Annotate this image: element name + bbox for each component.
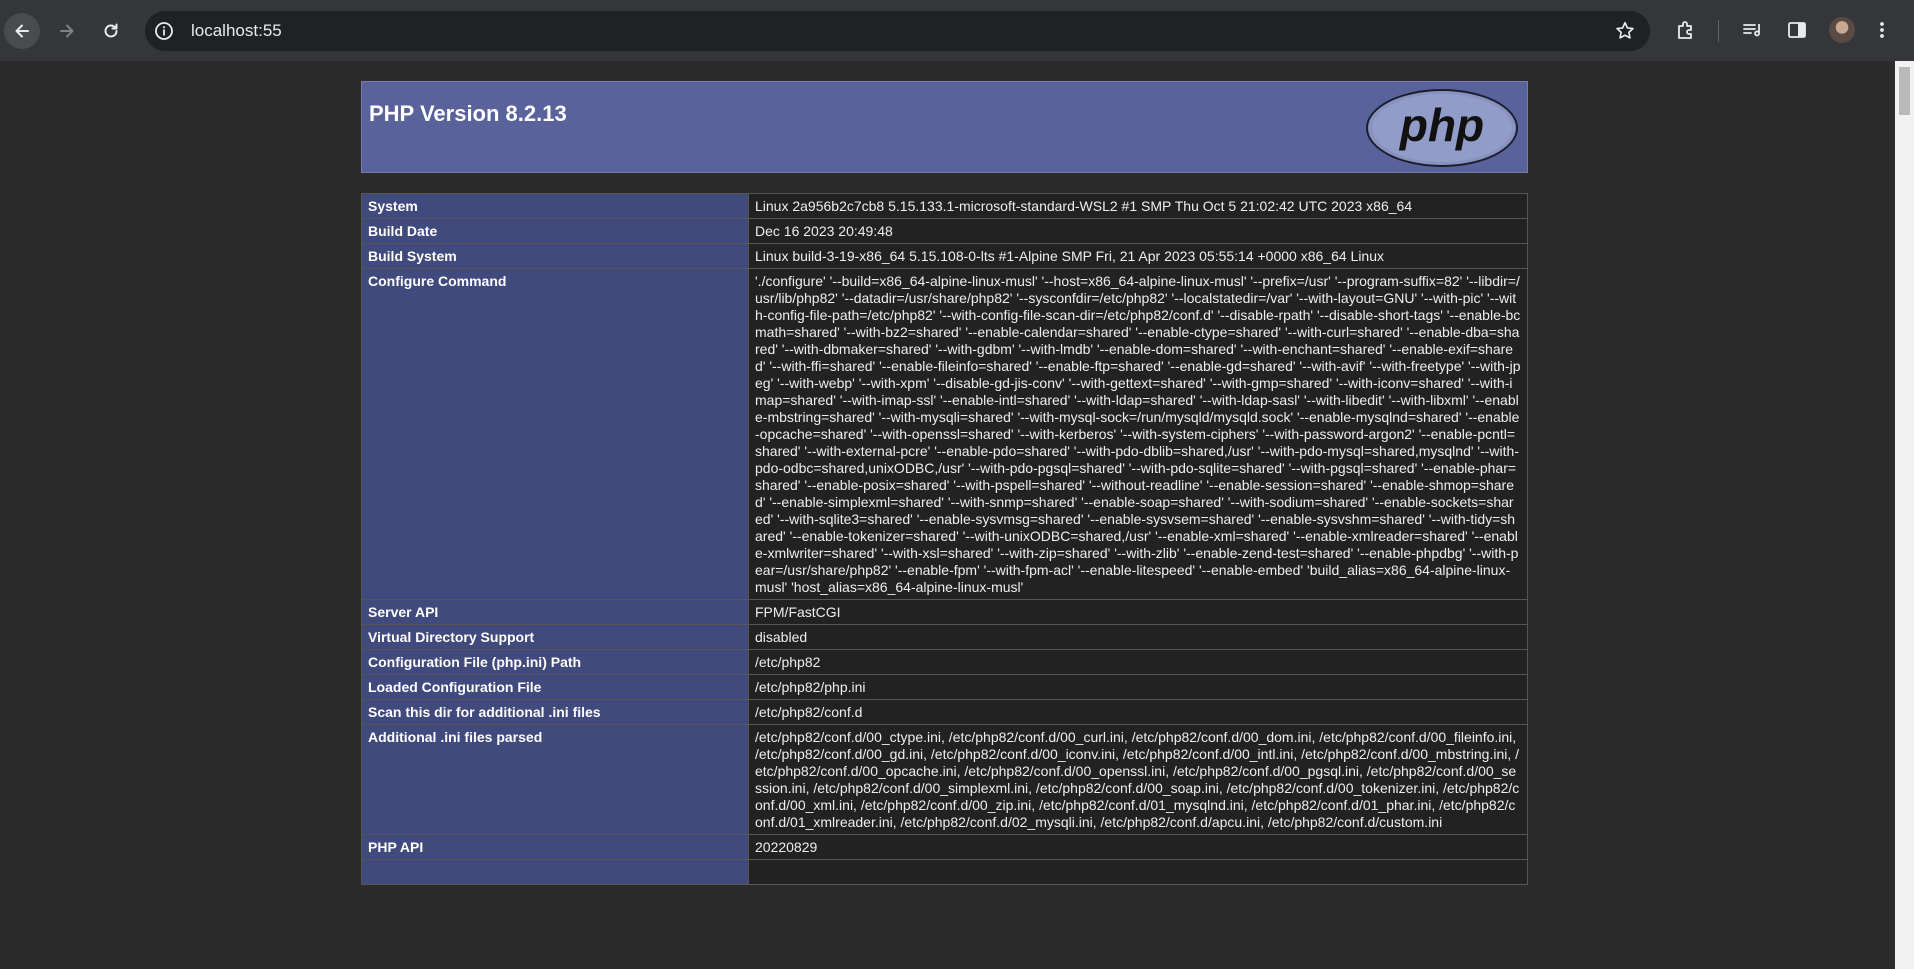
row-value: 20220829	[748, 834, 1528, 860]
row-key: Server API	[361, 599, 749, 625]
php-logo-icon[interactable]: php	[1365, 88, 1519, 168]
table-row: System Linux 2a956b2c7cb8 5.15.133.1-mic…	[361, 193, 1528, 219]
table-row: Additional .ini files parsed /etc/php82/…	[361, 724, 1528, 835]
phpinfo-header: PHP Version 8.2.13 php	[361, 81, 1528, 173]
row-key: Build Date	[361, 218, 749, 244]
table-row: Build Date Dec 16 2023 20:49:48	[361, 218, 1528, 244]
table-row	[361, 859, 1528, 885]
extensions-icon[interactable]	[1674, 18, 1698, 42]
table-row: Server API FPM/FastCGI	[361, 599, 1528, 625]
media-controls-icon[interactable]	[1740, 18, 1764, 42]
side-panel-icon[interactable]	[1785, 18, 1809, 42]
table-row: Build System Linux build-3-19-x86_64 5.1…	[361, 243, 1528, 269]
row-key: Build System	[361, 243, 749, 269]
forward-button[interactable]	[49, 13, 85, 49]
arrow-right-icon	[60, 24, 74, 38]
row-key: Additional .ini files parsed	[361, 724, 749, 835]
arrow-left-icon	[15, 24, 29, 38]
reload-icon	[104, 23, 118, 38]
row-value: Linux build-3-19-x86_64 5.15.108-0-lts #…	[748, 243, 1528, 269]
row-key: Loaded Configuration File	[361, 674, 749, 700]
table-row: Configuration File (php.ini) Path /etc/p…	[361, 649, 1528, 675]
reload-button[interactable]	[93, 13, 129, 49]
scrollbar-thumb[interactable]	[1899, 67, 1910, 115]
row-value: './configure' '--build=x86_64-alpine-lin…	[748, 268, 1528, 600]
php-logo-text: php	[1398, 99, 1484, 151]
vertical-scrollbar[interactable]	[1895, 61, 1914, 969]
row-key: PHP API	[361, 834, 749, 860]
back-button[interactable]	[4, 13, 40, 49]
row-value: disabled	[748, 624, 1528, 650]
row-value: Dec 16 2023 20:49:48	[748, 218, 1528, 244]
page-viewport: PHP Version 8.2.13 php System Linux 2a95…	[0, 61, 1895, 969]
table-row: Virtual Directory Support disabled	[361, 624, 1528, 650]
table-row: Configure Command './configure' '--build…	[361, 268, 1528, 600]
row-value: /etc/php82/conf.d	[748, 699, 1528, 725]
row-value: /etc/php82	[748, 649, 1528, 675]
browser-toolbar: localhost:55	[0, 0, 1914, 61]
page-title: PHP Version 8.2.13	[369, 101, 567, 126]
info-table: System Linux 2a956b2c7cb8 5.15.133.1-mic…	[361, 193, 1528, 885]
table-row: Scan this dir for additional .ini files …	[361, 699, 1528, 725]
toolbar-divider	[1718, 20, 1719, 42]
row-value: FPM/FastCGI	[748, 599, 1528, 625]
row-value: Linux 2a956b2c7cb8 5.15.133.1-microsoft-…	[748, 193, 1528, 219]
row-key: System	[361, 193, 749, 219]
url-text[interactable]: localhost:55	[191, 21, 282, 41]
row-value	[748, 859, 1528, 885]
row-key: Scan this dir for additional .ini files	[361, 699, 749, 725]
table-row: Loaded Configuration File /etc/php82/php…	[361, 674, 1528, 700]
row-key: Virtual Directory Support	[361, 624, 749, 650]
bookmark-star-icon[interactable]	[1614, 20, 1636, 42]
table-row: PHP API 20220829	[361, 834, 1528, 860]
more-menu-icon[interactable]	[1872, 18, 1892, 42]
row-key: Configuration File (php.ini) Path	[361, 649, 749, 675]
site-info-icon[interactable]	[154, 21, 174, 41]
profile-avatar[interactable]	[1829, 17, 1855, 43]
row-value: /etc/php82/conf.d/00_ctype.ini, /etc/php…	[748, 724, 1528, 835]
row-value: /etc/php82/php.ini	[748, 674, 1528, 700]
phpinfo-container: PHP Version 8.2.13 php System Linux 2a95…	[361, 81, 1528, 885]
address-bar[interactable]: localhost:55	[145, 11, 1650, 51]
row-key: Configure Command	[361, 268, 749, 600]
row-key	[361, 859, 749, 885]
